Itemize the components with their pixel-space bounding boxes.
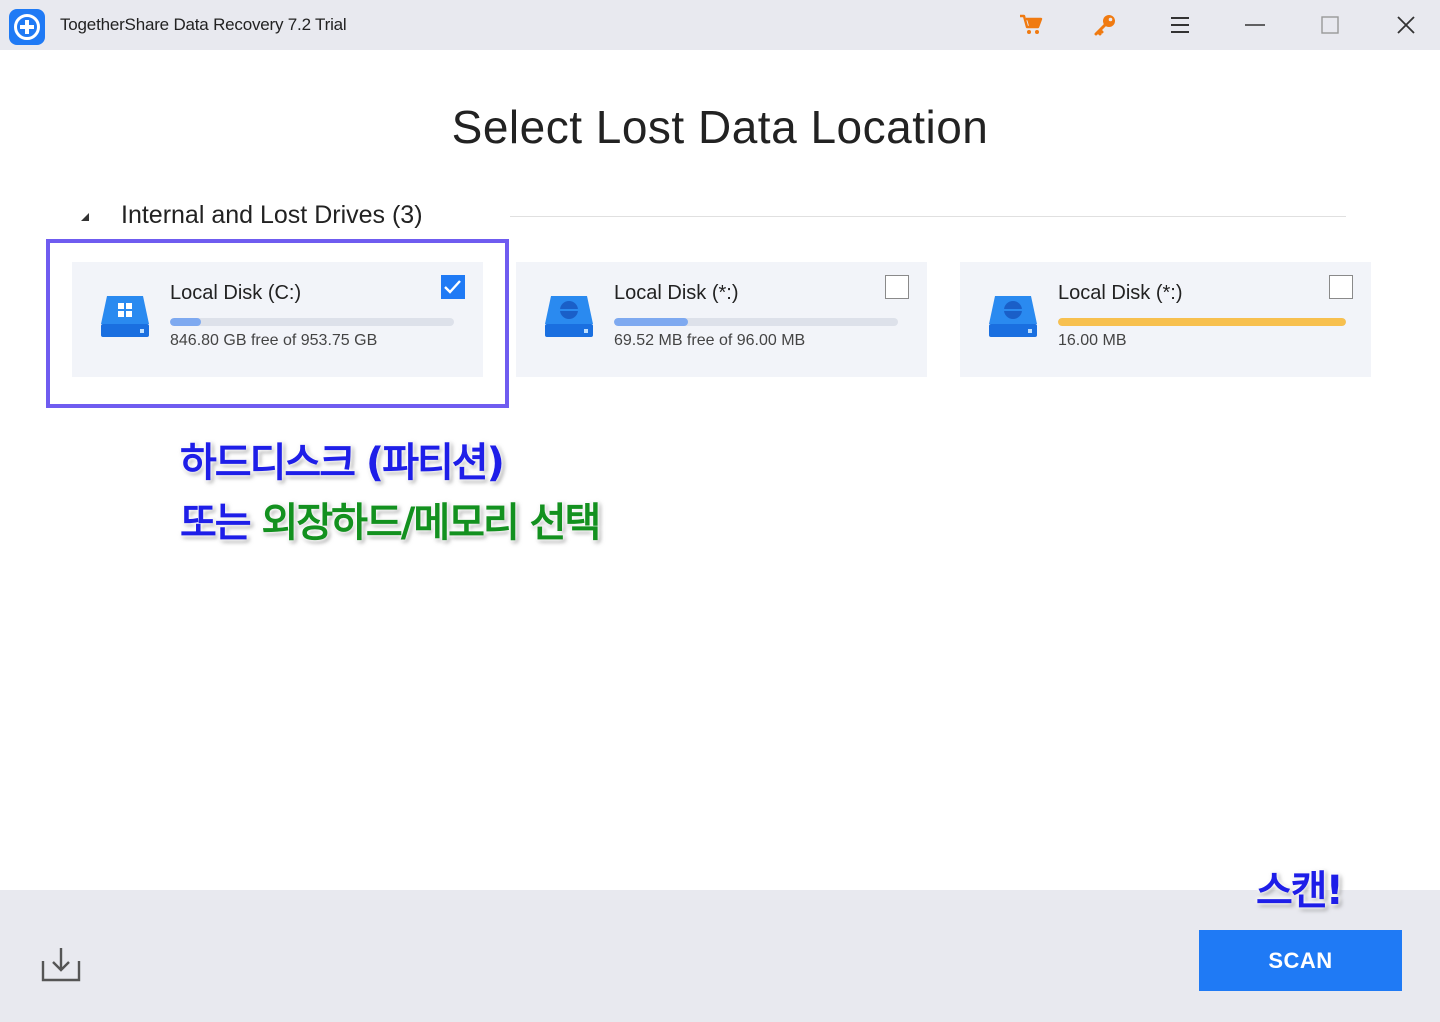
drive-usage-bar bbox=[1058, 318, 1346, 326]
app-logo-icon bbox=[9, 9, 45, 45]
maximize-icon[interactable] bbox=[1302, 0, 1358, 50]
section-title: Internal and Lost Drives (3) bbox=[121, 201, 423, 229]
drive-name: Local Disk (*:) bbox=[614, 282, 739, 304]
page-title: Select Lost Data Location bbox=[451, 101, 989, 153]
annotation-text-part: 외장하드/메모리 선택 bbox=[261, 500, 602, 546]
scan-annotation: 스캔! bbox=[1256, 868, 1344, 914]
scan-button[interactable]: SCAN bbox=[1199, 930, 1402, 991]
export-icon[interactable] bbox=[40, 945, 82, 983]
section-divider bbox=[510, 216, 1346, 217]
close-icon[interactable] bbox=[1378, 0, 1434, 50]
selection-highlight-box bbox=[46, 239, 509, 408]
annotation-text: 또는 외장하드/메모리 선택 bbox=[180, 490, 602, 548]
drive-usage-bar bbox=[614, 318, 898, 326]
minimize-icon[interactable] bbox=[1227, 0, 1283, 50]
drive-checkbox[interactable] bbox=[885, 275, 909, 299]
window-title: TogetherShare Data Recovery 7.2 Trial bbox=[60, 15, 347, 34]
collapse-triangle-icon[interactable] bbox=[80, 210, 92, 222]
drive-name: Local Disk (*:) bbox=[1058, 282, 1183, 304]
drive-icon bbox=[544, 294, 594, 338]
menu-icon[interactable] bbox=[1152, 0, 1208, 50]
annotation-text: 하드디스크 (파티션) bbox=[180, 440, 505, 486]
drive-checkbox[interactable] bbox=[1329, 275, 1353, 299]
annotation-text-part: 또는 bbox=[180, 500, 262, 546]
key-icon[interactable] bbox=[1077, 0, 1133, 50]
drive-card-2[interactable]: Local Disk (*:) 69.52 MB free of 96.00 M… bbox=[516, 262, 927, 377]
drive-usage-fill bbox=[1058, 318, 1346, 326]
drive-card-3[interactable]: Local Disk (*:) 16.00 MB bbox=[960, 262, 1371, 377]
title-bar: TogetherShare Data Recovery 7.2 Trial bbox=[0, 0, 1440, 50]
drive-icon bbox=[988, 294, 1038, 338]
cart-icon[interactable] bbox=[1003, 0, 1059, 50]
drive-space-info: 69.52 MB free of 96.00 MB bbox=[614, 332, 806, 349]
drive-space-info: 16.00 MB bbox=[1058, 332, 1127, 349]
drive-usage-fill bbox=[614, 318, 688, 326]
